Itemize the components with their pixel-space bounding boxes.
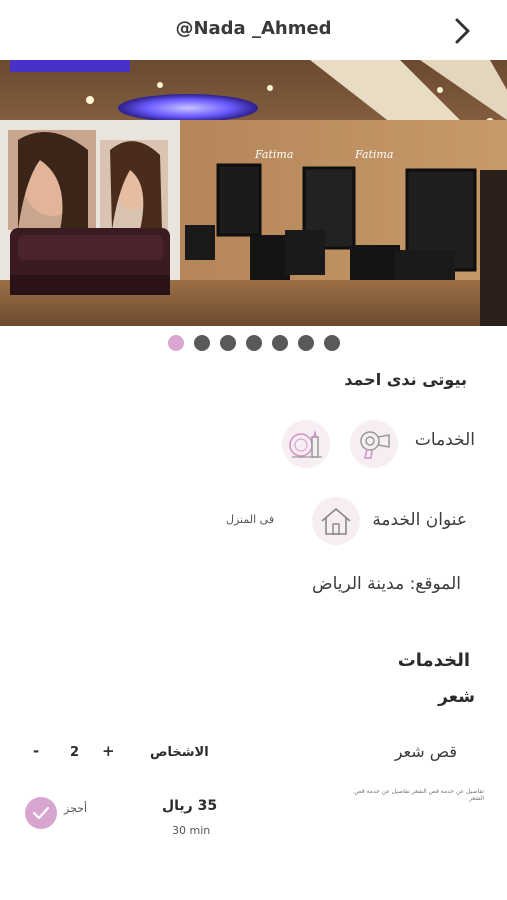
services-label: الخدمات bbox=[414, 430, 475, 450]
makeup-service[interactable] bbox=[282, 420, 330, 468]
gallery-dot-2[interactable] bbox=[193, 335, 210, 351]
persons-label: الاشخاص bbox=[150, 745, 209, 760]
service-address-value: فى المنزل bbox=[226, 513, 275, 526]
home-icon bbox=[321, 508, 351, 535]
persons-count: 2 bbox=[70, 745, 80, 760]
salon-photo: Fatima Fatima bbox=[0, 60, 507, 326]
gallery-dot-1[interactable] bbox=[167, 335, 184, 351]
persons-increment-button[interactable]: + bbox=[102, 742, 115, 760]
gallery-dot-6[interactable] bbox=[297, 335, 314, 351]
service-item-name: قص شعر bbox=[394, 742, 457, 761]
book-button[interactable] bbox=[25, 797, 57, 829]
gallery-dot-7[interactable] bbox=[323, 335, 340, 351]
gallery-dot-4[interactable] bbox=[245, 335, 262, 351]
back-button[interactable] bbox=[447, 14, 477, 48]
top-bar: @Nada _Ahmed bbox=[0, 0, 507, 60]
home-service-badge bbox=[312, 497, 360, 545]
check-icon bbox=[32, 806, 50, 820]
service-address-label: عنوان الخدمة bbox=[372, 510, 467, 530]
salon-name: بيوتى ندى احمد bbox=[344, 370, 467, 389]
service-category: شعر bbox=[438, 687, 475, 707]
hair-dryer-icon bbox=[360, 431, 390, 459]
service-item-duration: 30 min bbox=[172, 824, 211, 837]
services-section-title: الخدمات bbox=[397, 650, 470, 671]
gallery-dot-5[interactable] bbox=[271, 335, 288, 351]
svg-text:Fatima: Fatima bbox=[254, 148, 293, 161]
chevron-right-icon bbox=[455, 18, 470, 44]
gallery-pagination bbox=[0, 335, 507, 351]
gallery-dot-3[interactable] bbox=[219, 335, 236, 351]
service-item-price: 35 ريال bbox=[162, 798, 218, 814]
book-label: أحجز bbox=[64, 802, 88, 815]
service-item-description: تفاصيل عن خدمة قص الشعر تفاصيل عن خدمة ق… bbox=[354, 788, 484, 802]
svg-text:Fatima: Fatima bbox=[354, 148, 393, 161]
persons-decrement-button[interactable]: - bbox=[33, 742, 39, 760]
makeup-icon bbox=[289, 430, 322, 458]
hair-dryer-service[interactable] bbox=[350, 420, 398, 468]
location-text: الموقع: مدينة الرياض bbox=[312, 574, 461, 594]
salon-gallery-image[interactable]: Fatima Fatima bbox=[0, 60, 507, 326]
page-title: @Nada _Ahmed bbox=[175, 18, 332, 39]
